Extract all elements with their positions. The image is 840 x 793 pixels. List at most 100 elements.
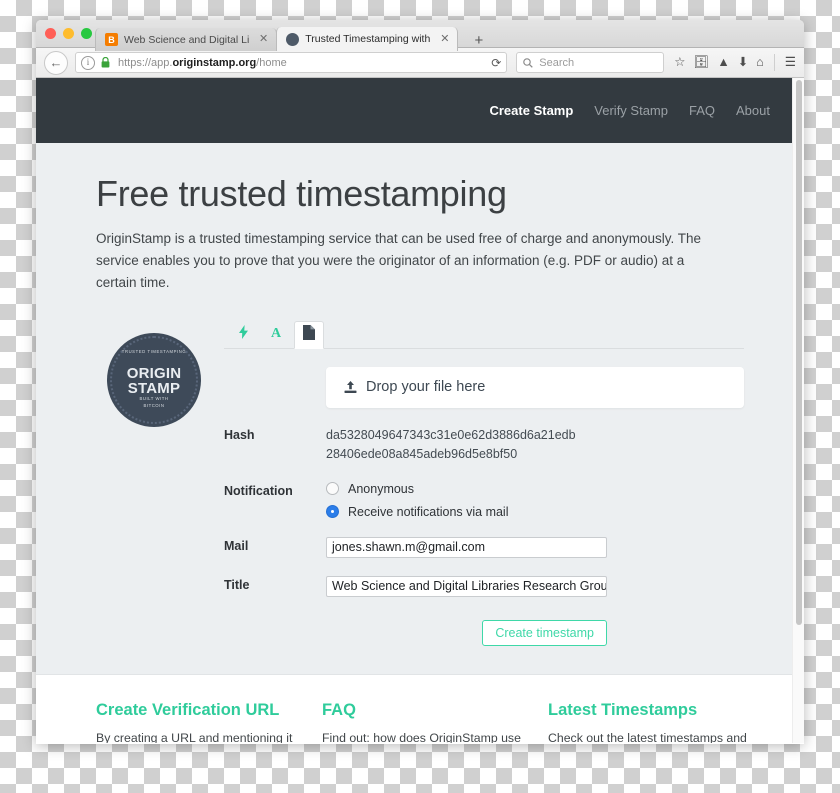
nav-item-about[interactable]: About bbox=[736, 103, 770, 118]
stamp-form: A Drop your file here Hash da53280496473… bbox=[224, 318, 744, 647]
nav-item-verify-stamp[interactable]: Verify Stamp bbox=[594, 103, 668, 118]
search-placeholder: Search bbox=[539, 56, 575, 69]
footer-heading-verification-url: Create Verification URL bbox=[96, 701, 280, 720]
browser-tabs: B Web Science and Digital Li... ✕ Truste… bbox=[95, 20, 489, 51]
title-input[interactable]: Web Science and Digital Libraries Resear… bbox=[326, 575, 607, 597]
url-prefix: https://app. bbox=[118, 56, 173, 69]
file-drop-zone[interactable]: Drop your file here bbox=[326, 366, 744, 408]
browser-toolbar-icons: ☆ 🗄 ▲ ⬇ ⌂ ☰ bbox=[674, 54, 796, 71]
url-domain: originstamp.org bbox=[172, 56, 257, 69]
tab-file[interactable] bbox=[294, 320, 324, 349]
tab-bolt[interactable] bbox=[228, 320, 258, 348]
mail-row: Mail jones.shawn.m@gmail.com bbox=[224, 536, 744, 558]
search-input[interactable]: Search bbox=[516, 52, 665, 73]
reload-icon[interactable]: ⟳ bbox=[491, 56, 501, 70]
close-tab-1-icon[interactable]: ✕ bbox=[259, 34, 268, 45]
tab-text[interactable]: A bbox=[261, 320, 291, 348]
title-label: Title bbox=[224, 577, 250, 592]
lock-icon bbox=[101, 56, 110, 68]
url-suffix: /home bbox=[256, 56, 287, 69]
page-scrollbar[interactable] bbox=[792, 78, 804, 743]
close-window-button[interactable] bbox=[45, 28, 56, 39]
menu-icon[interactable]: ☰ bbox=[785, 56, 796, 69]
bookmark-star-icon[interactable]: ☆ bbox=[674, 56, 685, 69]
browser-tab-2[interactable]: Trusted Timestamping with... ✕ bbox=[276, 27, 459, 51]
badge-line-1: ORIGIN bbox=[126, 364, 182, 382]
stamp-type-tabs: A bbox=[224, 318, 744, 349]
title-row: Title Web Science and Digital Libraries … bbox=[224, 575, 744, 597]
mail-label: Mail bbox=[224, 538, 249, 553]
radio-anonymous[interactable] bbox=[326, 482, 339, 496]
radio-option-mail[interactable]: Receive notifications via mail bbox=[326, 505, 744, 519]
site-info-icon[interactable]: i bbox=[81, 55, 95, 70]
minimize-window-button[interactable] bbox=[63, 28, 74, 39]
home-icon[interactable]: ⌂ bbox=[756, 56, 764, 69]
hash-value: da5328049647343c31e0e62d3886d6a21edb2840… bbox=[326, 427, 576, 461]
radio-option-anonymous[interactable]: Anonymous bbox=[326, 482, 744, 496]
hash-label: Hash bbox=[224, 427, 255, 442]
footer-heading-faq: FAQ bbox=[322, 701, 356, 720]
badge-bottom-line-2: BITCOIN bbox=[143, 402, 165, 408]
hash-row: Hash da5328049647343c31e0e62d3886d6a21ed… bbox=[224, 426, 744, 464]
downloads-icon[interactable]: ⬇ bbox=[738, 56, 748, 69]
footer-body-latest-timestamps: Check out the latest timestamps and chec… bbox=[548, 731, 747, 743]
maximize-window-button[interactable] bbox=[81, 28, 92, 39]
browser-window: B Web Science and Digital Li... ✕ Truste… bbox=[36, 20, 804, 744]
badge-column: TRUSTED TIMESTAMPING ORIGIN STAMP BUILT … bbox=[96, 318, 224, 647]
radio-receive-mail-label: Receive notifications via mail bbox=[348, 504, 509, 519]
radio-receive-mail[interactable] bbox=[326, 505, 339, 519]
site-footer: Create Verification URL By creating a UR… bbox=[36, 674, 804, 743]
form-body: Drop your file here Hash da5328049647343… bbox=[224, 349, 744, 647]
notification-row: Notification Anonymous Receive notificat… bbox=[224, 482, 744, 519]
badge-top-text: TRUSTED TIMESTAMPING bbox=[121, 348, 187, 354]
submit-row: Create timestamp bbox=[224, 619, 607, 647]
page-viewport: Create Stamp Verify Stamp FAQ About Free… bbox=[36, 78, 804, 743]
bolt-icon bbox=[238, 325, 248, 342]
footer-col-latest-timestamps: Latest Timestamps Check out the latest t… bbox=[548, 701, 748, 743]
nav-item-create-stamp[interactable]: Create Stamp bbox=[489, 103, 573, 118]
url-text: https://app.originstamp.org/home bbox=[118, 57, 485, 69]
footer-col-faq: FAQ Find out: how does OriginStamp use t… bbox=[322, 701, 522, 743]
browser-nav-bar: ← i https://app.originstamp.org/home ⟳ S… bbox=[36, 48, 804, 78]
text-a-icon: A bbox=[270, 325, 282, 341]
toolbar-divider bbox=[773, 54, 775, 71]
back-button[interactable]: ← bbox=[44, 50, 68, 75]
upload-icon bbox=[344, 380, 357, 394]
browser-tab-2-title: Trusted Timestamping with... bbox=[305, 33, 432, 45]
badge-main-text: ORIGIN STAMP bbox=[127, 366, 182, 397]
browser-tab-strip: B Web Science and Digital Li... ✕ Truste… bbox=[36, 20, 804, 51]
search-icon bbox=[523, 57, 534, 68]
close-tab-2-icon[interactable]: ✕ bbox=[440, 33, 449, 45]
window-controls bbox=[45, 28, 92, 39]
pocket-icon[interactable]: ▲ bbox=[717, 56, 729, 69]
blogger-favicon-icon: B bbox=[105, 33, 118, 46]
footer-body-verification-url: By creating a URL and mentioning it in a… bbox=[96, 731, 293, 743]
badge-line-2: STAMP bbox=[127, 380, 181, 398]
mail-input[interactable]: jones.shawn.m@gmail.com bbox=[326, 536, 607, 558]
page-scrollbar-thumb[interactable] bbox=[796, 80, 802, 625]
hero-description: OriginStamp is a trusted timestamping se… bbox=[96, 231, 702, 291]
originstamp-favicon-icon bbox=[286, 32, 300, 46]
footer-body-faq: Find out: how does OriginStamp use the B… bbox=[322, 731, 521, 743]
badge-bottom-line-1: BUILT WITH bbox=[139, 396, 169, 402]
browser-tab-1[interactable]: B Web Science and Digital Li... ✕ bbox=[95, 28, 278, 51]
url-bar[interactable]: i https://app.originstamp.org/home ⟳ bbox=[75, 52, 508, 73]
originstamp-badge-icon: TRUSTED TIMESTAMPING ORIGIN STAMP BUILT … bbox=[110, 335, 198, 424]
footer-col-verification-url: Create Verification URL By creating a UR… bbox=[96, 701, 296, 743]
drop-zone-label: Drop your file here bbox=[366, 379, 486, 396]
footer-heading-latest-timestamps: Latest Timestamps bbox=[548, 701, 698, 720]
drop-zone-row: Drop your file here bbox=[224, 366, 744, 408]
new-tab-button[interactable]: + bbox=[468, 30, 489, 51]
site-nav: Create Stamp Verify Stamp FAQ About bbox=[489, 103, 770, 118]
site-header: Create Stamp Verify Stamp FAQ About bbox=[36, 78, 804, 143]
browser-tab-1-title: Web Science and Digital Li... bbox=[124, 33, 250, 46]
badge-bottom-text: BUILT WITH BITCOIN bbox=[140, 396, 169, 409]
page-title: Free trusted timestamping bbox=[96, 173, 507, 214]
notification-label: Notification bbox=[224, 483, 293, 498]
create-timestamp-button[interactable]: Create timestamp bbox=[482, 619, 607, 647]
main-content: TRUSTED TIMESTAMPING ORIGIN STAMP BUILT … bbox=[36, 294, 804, 647]
nav-item-faq[interactable]: FAQ bbox=[689, 103, 715, 118]
reader-icon[interactable]: 🗄 bbox=[693, 56, 709, 69]
file-icon bbox=[303, 324, 315, 345]
hero-section: Free trusted timestamping OriginStamp is… bbox=[36, 143, 804, 294]
